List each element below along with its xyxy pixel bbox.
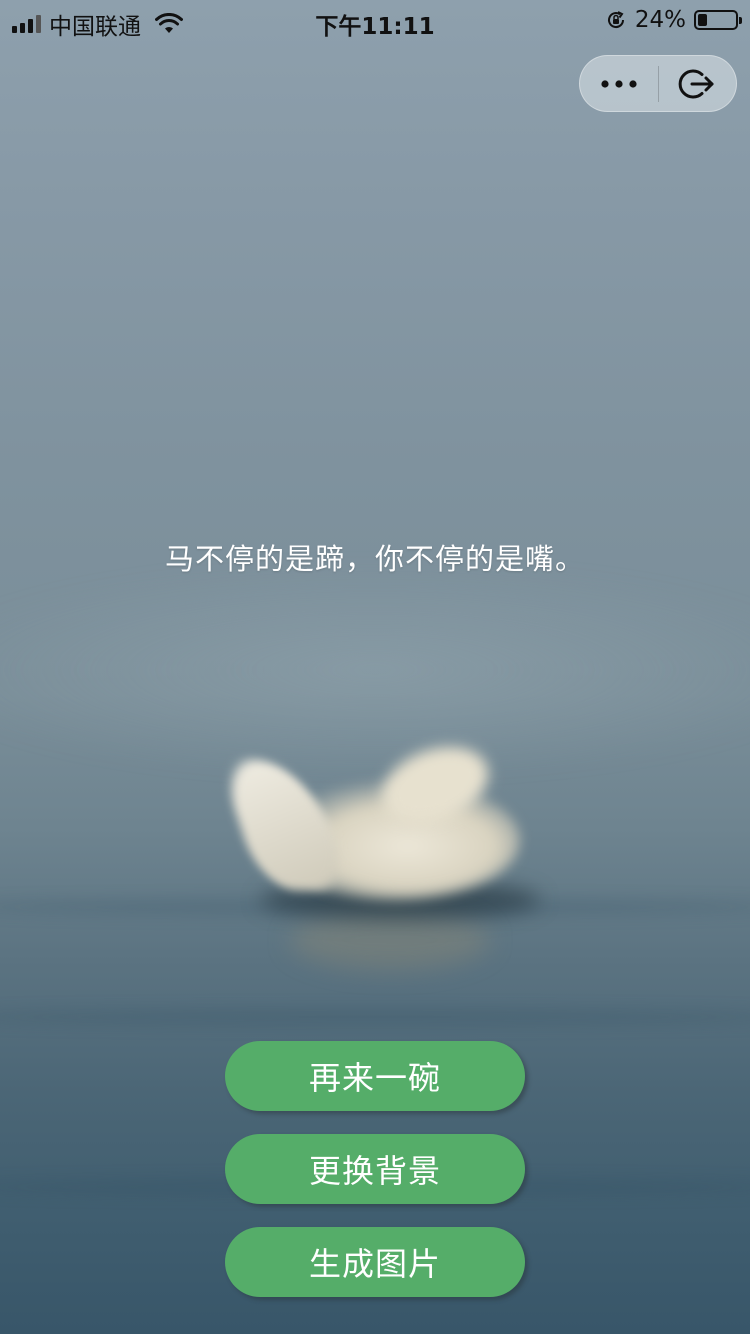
more-button[interactable] xyxy=(580,55,658,112)
status-bar: 中国联通 下午11:11 24% xyxy=(0,0,750,40)
more-dots-icon xyxy=(601,79,637,88)
battery-percent: 24% xyxy=(634,7,686,33)
generate-image-button[interactable]: 生成图片 xyxy=(225,1227,525,1297)
again-button[interactable]: 再来一碗 xyxy=(225,1041,525,1111)
quote-text: 马不停的是蹄，你不停的是嘴。 xyxy=(164,542,585,576)
battery-icon xyxy=(694,10,742,30)
swan-image xyxy=(218,733,550,980)
mini-program-capsule xyxy=(579,55,737,112)
water-ripple xyxy=(0,1010,750,1024)
battery-level xyxy=(698,14,707,26)
exit-button[interactable] xyxy=(659,55,736,112)
status-right: 24% xyxy=(605,7,742,33)
rotation-lock-icon xyxy=(607,11,624,29)
change-background-button[interactable]: 更换背景 xyxy=(225,1134,525,1204)
exit-icon xyxy=(679,69,714,98)
